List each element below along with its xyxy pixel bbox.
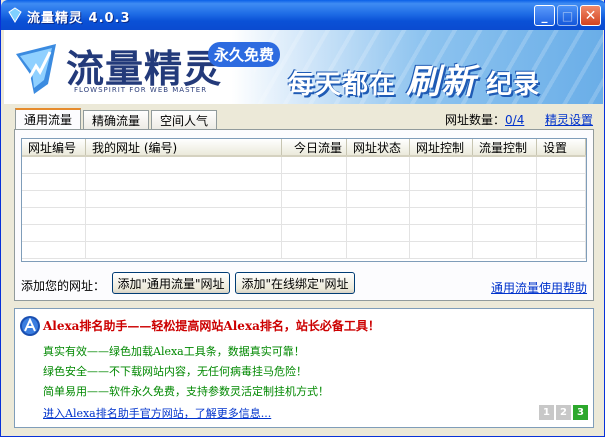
tab-general-traffic[interactable]: 通用流量 <box>15 108 82 129</box>
alexa-site-link[interactable]: 进入Alexa排名助手官方网站，了解更多信息... <box>43 405 271 421</box>
title-bar[interactable]: 流量精灵 4.0.3 _ □ ✕ <box>1 0 605 30</box>
brand-name: 流量精灵 <box>66 47 223 91</box>
window-title: 流量精灵 4.0.3 <box>27 11 131 26</box>
promo-title: Alexa排名助手——轻松提高网站Alexa排名，站长必备工具！ <box>43 319 380 333</box>
promo-line: 绿色安全——不下载网站内容，无任何病毒挂马危险！ <box>43 365 307 378</box>
tab-precise-traffic[interactable]: 精确流量 <box>83 110 150 129</box>
banner: 流量精灵 FLOWSPIRIT FOR WEB MASTER 永久免费 每天都在… <box>4 30 603 104</box>
url-table[interactable]: 网址编号 我的网址 (编号) 今日流量 网址状态 网址控制 流量控制 设置 <box>21 138 587 262</box>
table-row <box>22 208 586 225</box>
slogan-part-b: 刷新 <box>406 62 477 102</box>
settings-link[interactable]: 精灵设置 <box>545 111 593 128</box>
table-row <box>22 191 586 208</box>
minimize-button[interactable]: _ <box>534 5 555 26</box>
minimize-icon: _ <box>541 8 548 23</box>
banner-slogan: 每天都在 刷新 纪录 <box>288 54 540 103</box>
add-general-url-button[interactable]: 添加"通用流量"网址 <box>112 272 230 294</box>
brand-tagline: FLOWSPIRIT FOR WEB MASTER <box>74 86 208 94</box>
table-row <box>22 242 586 259</box>
tab-space-popularity[interactable]: 空间人气 <box>151 110 218 129</box>
alexa-logo-icon <box>20 316 40 336</box>
slogan-part-c: 纪录 <box>486 70 541 100</box>
app-window: 流量精灵 4.0.3 _ □ ✕ 流量精灵 FLOWSPIRIT FOR WEB… <box>0 0 605 437</box>
general-traffic-help-link[interactable]: 通用流量使用帮助 <box>491 279 587 296</box>
column-header-settings[interactable]: 设置 <box>537 139 586 155</box>
promo-line: 真实有效——绿色加载Alexa工具条，数据真实可靠！ <box>43 345 305 358</box>
promo-page-3[interactable]: 3 <box>573 405 588 420</box>
table-header: 网址编号 我的网址 (编号) 今日流量 网址状态 网址控制 流量控制 设置 <box>22 139 586 157</box>
column-header-url-id[interactable]: 网址编号 <box>22 139 86 155</box>
url-count: 网址数量：0/4 <box>445 111 524 128</box>
promo-page-2[interactable]: 2 <box>556 405 571 420</box>
close-icon: ✕ <box>584 7 597 24</box>
brand-logo-icon <box>16 44 56 94</box>
table-row <box>22 157 586 174</box>
column-header-url-control[interactable]: 网址控制 <box>410 139 473 155</box>
maximize-button[interactable]: □ <box>557 5 578 26</box>
column-header-today-traffic[interactable]: 今日流量 <box>282 139 347 155</box>
table-row <box>22 225 586 242</box>
column-header-my-url[interactable]: 我的网址 (编号) <box>86 139 282 155</box>
url-count-link[interactable]: 0/4 <box>505 113 524 127</box>
add-url-label: 添加您的网址： <box>21 279 106 293</box>
tab-panel: 网址编号 我的网址 (编号) 今日流量 网址状态 网址控制 流量控制 设置 添加… <box>14 129 594 301</box>
close-button[interactable]: ✕ <box>580 5 601 26</box>
tab-bar: 通用流量 精确流量 空间人气 <box>15 108 219 130</box>
url-count-label: 网址数量： <box>445 113 506 127</box>
add-bind-url-button[interactable]: 添加"在线绑定"网址 <box>235 272 355 294</box>
app-icon <box>8 7 22 23</box>
promo-line: 简单易用——软件永久免费，支持参数灵活定制挂机方式！ <box>43 385 329 398</box>
promo-page-1[interactable]: 1 <box>539 405 554 420</box>
slogan-part-a: 每天都在 <box>288 70 397 100</box>
alexa-promo-panel: Alexa排名助手——轻松提高网站Alexa排名，站长必备工具！ 真实有效——绿… <box>14 308 594 428</box>
free-badge: 永久免费 <box>208 42 281 67</box>
maximize-icon: □ <box>561 8 574 23</box>
column-header-traffic-control[interactable]: 流量控制 <box>473 139 537 155</box>
column-header-url-status[interactable]: 网址状态 <box>347 139 410 155</box>
table-row <box>22 174 586 191</box>
